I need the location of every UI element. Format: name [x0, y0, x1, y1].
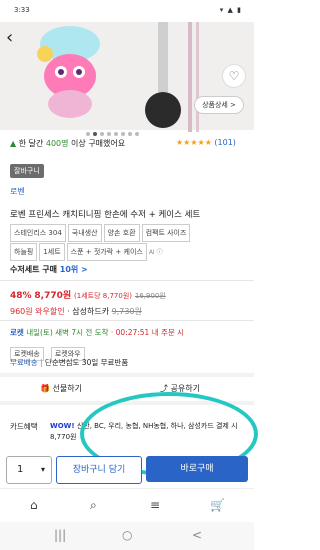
wow-badge: WOW!: [50, 422, 75, 430]
status-icons: ▾ ▲ ▮: [219, 6, 242, 14]
tag-item: 스푼 + 젓가락 + 케이스: [66, 243, 147, 261]
cart-icon[interactable]: 🛒: [210, 498, 225, 512]
product-tags: 스테인리스 304 국내생산 양손 호환 컴팩트 사이즈 하늘핑 1세트 스푼 + 젓가락…: [10, 223, 246, 261]
buy-now-button[interactable]: 바로구매: [146, 456, 248, 482]
free-shipping: 무료배송: [10, 358, 38, 367]
app-bottom-nav: ⌂ ⌕ ≡ 🛒: [0, 488, 254, 523]
add-to-cart-button[interactable]: 장바구니 담기: [56, 456, 142, 484]
card-list: 신한, BC, 우리, 농협, NH농협, 하나, 삼성카드 결제 시 8,77…: [50, 422, 238, 441]
return-policy: 무료배송 | 단순변심도 30일 무료반품: [10, 357, 128, 368]
rating-stars: ★★★★★: [176, 138, 212, 147]
back-button[interactable]: ‹: [6, 28, 26, 48]
card-benefit-text[interactable]: WOW! 신한, BC, 우리, 농협, NH농협, 하나, 삼성카드 결제 시…: [50, 421, 246, 443]
system-nav-bar: ||| ○ <: [0, 522, 254, 550]
brand-link[interactable]: 로벤: [10, 186, 25, 197]
delivery-eta: 내일(토) 새벽 7시 전 도착: [26, 328, 109, 337]
tag-item: 스테인리스 304: [10, 224, 66, 242]
promo-count: 400명: [45, 139, 69, 148]
wow-discount: 960원 와우할인: [10, 307, 65, 316]
share-label: 공유하기: [170, 384, 200, 393]
product-title: 로벤 프린세스 캐치티니핑 한손에 수저 + 케이스 세트: [10, 210, 201, 220]
sale-price: 8,770원: [34, 291, 72, 301]
share-button[interactable]: ⤴ 공유하기: [160, 383, 200, 394]
card-benefit-label: 카드혜택: [10, 422, 38, 431]
section-gap: [0, 373, 254, 377]
chevron-down-icon: ▾: [40, 465, 45, 474]
coupon-row[interactable]: 960원 와우할인 · 삼성하드카 9,730원: [10, 306, 142, 317]
product-image-doll: [37, 26, 100, 118]
divider: [0, 280, 254, 281]
tag-item: 1세트: [39, 243, 65, 261]
trend-icon: ▲: [10, 139, 17, 148]
delivery-row: 로켓 내일(토) 새벽 7시 전 도착 · 00:27:51 내 주문 시: [10, 327, 184, 338]
gift-label: 선물하기: [52, 384, 82, 393]
original-price: 16,900원: [134, 292, 166, 300]
ai-info-icon[interactable]: AI ⓘ: [149, 249, 163, 256]
promo-prefix: 한 달간: [18, 139, 46, 148]
order-countdown: · 00:27:51 내 주문 시: [110, 328, 185, 337]
return-text: 단순변심도 30일 무료반품: [44, 358, 129, 367]
divider: [0, 320, 254, 321]
tag-item: 양손 호환: [103, 224, 140, 242]
discount-rate: 48%: [10, 291, 32, 301]
unit-price: (1세트당 8,770원): [74, 292, 132, 300]
coupon-extra: · 삼성하드카: [67, 307, 110, 316]
search-icon[interactable]: ⌕: [90, 498, 97, 513]
tag-item: 국내생산: [67, 224, 102, 242]
tag-item: 컴팩트 사이즈: [141, 224, 191, 242]
back-arrow-icon[interactable]: <: [192, 528, 202, 542]
gallery-pagination-dots: [86, 121, 166, 136]
menu-icon[interactable]: ≡: [150, 498, 160, 512]
home-circle-icon[interactable]: ○: [122, 528, 132, 542]
set-ranking[interactable]: 수저세트 구매 10위 >: [10, 264, 88, 275]
tag-item: 하늘핑: [10, 243, 38, 261]
gift-button[interactable]: 🎁 선물하기: [40, 383, 82, 394]
gift-icon: 🎁: [40, 384, 50, 393]
promo-suffix: 이상 구매했어요: [68, 139, 126, 148]
product-detail-button[interactable]: 상품상세 >: [194, 96, 244, 114]
quantity-value: 1: [17, 464, 24, 475]
wishlist-heart-icon[interactable]: ♡: [222, 64, 246, 88]
set-rank: 10위 >: [59, 265, 88, 274]
status-bar: 3:33 ▾ ▲ ▮: [0, 0, 254, 22]
rocket-badge: 로켓: [10, 328, 24, 337]
product-image-spoon: [145, 22, 199, 132]
divider-bar: |: [40, 358, 43, 367]
price-row: 48% 8,770원 (1세트당 8,770원) 16,900원: [10, 288, 166, 301]
rating[interactable]: ★★★★★ (101): [176, 138, 236, 147]
purchase-count-line: ▲ 한 달간 400명 이상 구매했어요: [10, 138, 125, 149]
set-label: 수저세트 구매: [10, 265, 57, 274]
home-icon[interactable]: ⌂: [30, 498, 38, 512]
recent-apps-icon[interactable]: |||: [54, 528, 66, 542]
status-time: 3:33: [14, 6, 30, 14]
rating-count: (101): [214, 138, 236, 147]
brand-chip-label: 잘바구니: [10, 164, 44, 178]
section-gap: [0, 401, 254, 405]
coupon-strike: 9,730원: [111, 307, 142, 316]
quantity-select[interactable]: 1 ▾: [6, 456, 52, 484]
share-icon: ⤴: [160, 384, 168, 393]
brand-chip[interactable]: 잘바구니: [10, 158, 44, 178]
